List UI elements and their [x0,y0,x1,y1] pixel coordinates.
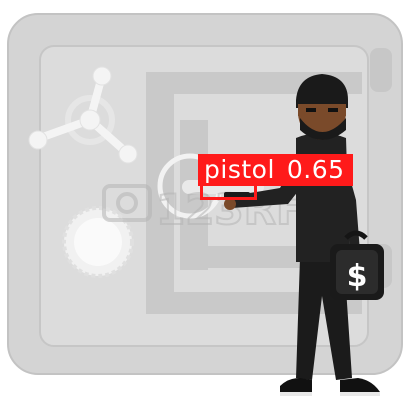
vault-hinge-top [370,48,392,92]
detection-class-label: pistol [204,155,275,184]
detection-label: pistol 0.65 [198,154,353,186]
detection-score: 0.65 [286,155,345,184]
bag-dollar-sign: $ [347,259,368,294]
illustration-scene: 123RF $ [7,13,403,396]
thief-shoes [280,378,380,396]
